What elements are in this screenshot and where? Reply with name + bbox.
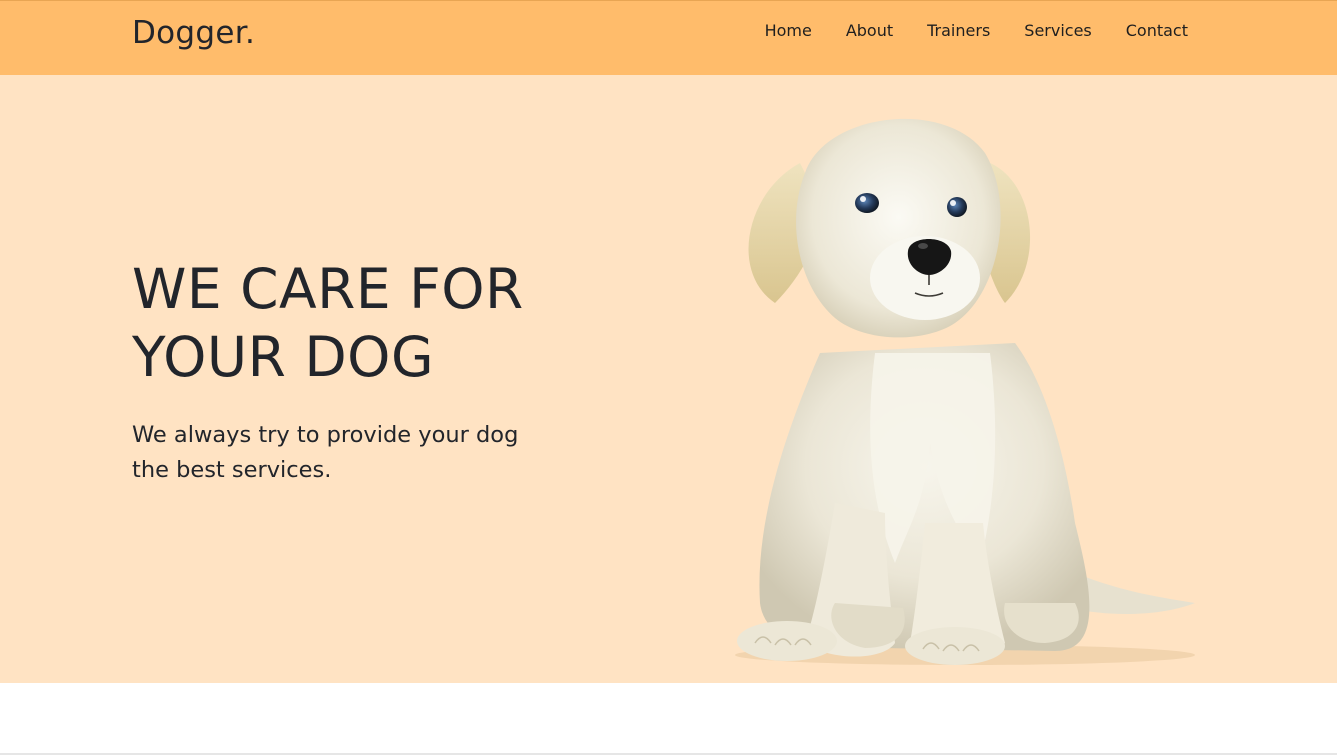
next-section: ◡◡ [0,683,1337,755]
hero-title-line-1: WE CARE FOR [132,257,524,321]
nav-link-trainers[interactable]: Trainers [927,21,990,40]
navbar: Dogger. Home About Trainers Services Con… [0,0,1337,75]
puppy-image [735,118,1195,665]
nav-menu: Home About Trainers Services Contact [731,21,1188,40]
hero-subtitle: We always try to provide your dog the be… [132,418,572,488]
hero-subtitle-line-2: the best services. [132,457,332,483]
nav-link-about[interactable]: About [846,21,893,40]
hero-title-line-2: YOUR DOG [132,325,435,389]
hero-title: WE CARE FOR YOUR DOG [132,255,612,391]
brand-logo[interactable]: Dogger. [132,15,255,51]
hero-section: WE CARE FOR YOUR DOG We always try to pr… [0,75,1337,683]
nav-link-contact[interactable]: Contact [1126,21,1188,40]
nav-link-services[interactable]: Services [1024,21,1091,40]
hero-subtitle-line-1: We always try to provide your dog [132,422,519,448]
nav-link-home[interactable]: Home [765,21,812,40]
